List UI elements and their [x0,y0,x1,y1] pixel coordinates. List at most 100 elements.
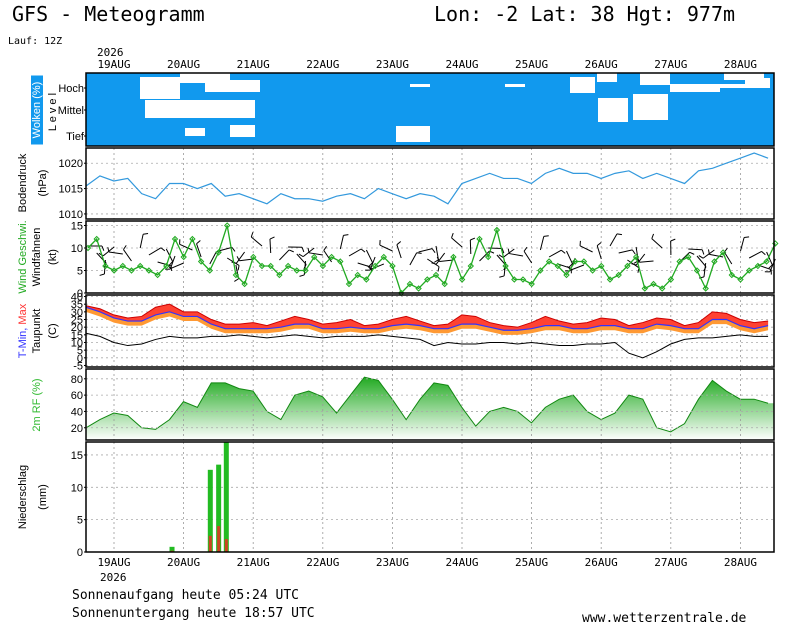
run-label: Lauf: 12Z [8,36,62,47]
wind-barb [357,262,372,268]
wind-barb-flag [299,274,305,277]
wind-barb-flag [543,235,549,237]
meteogram-title: GFS - Meteogramm [12,2,205,26]
top-date-label: 19AUG [97,58,130,71]
wind-ylabel-text: Wind Geschwi. [17,220,29,293]
precip-unit: (mm) [37,484,49,510]
y-tick-label: 20 [71,423,83,435]
top-date-label: 24AUG [445,58,478,71]
wind-barb-flag [250,232,254,238]
wind-barb-flag [616,233,623,236]
precip-unit-text: (mm) [37,484,49,510]
dewpoint-line [85,332,769,359]
sunset-info: Sonnenuntergang heute 18:57 UTC [72,606,315,621]
wind-barb-flag [499,275,505,278]
wind-barb-flag [561,249,566,254]
wind-barb-flag [761,251,766,256]
wind-barb-flag [670,238,676,242]
wind-barb-flag [431,248,436,253]
wind-barb-flag [707,249,710,255]
wind-barb-flag [237,265,240,271]
precip-conv-bar [208,535,212,552]
cloud-patch [230,125,255,137]
wind-barb [239,258,254,262]
wind-speed-line [87,225,776,295]
wind-barb-flag [698,255,704,259]
top-date-label: 25AUG [515,58,548,71]
wind-barb [651,238,663,249]
windfahnen-ylabel: Windfahnen [31,228,43,287]
pressure-unit-text: (hPa) [37,170,49,197]
top-date-label: 27AUG [654,58,687,71]
wind-barb-flag [99,273,105,276]
wind-barb-flag [288,249,294,253]
wind-barb [740,237,745,252]
cloud-patch [145,100,255,118]
wind-barb [688,248,703,251]
wind-barb-flag [196,240,201,245]
bottom-date-label: 20AUG [167,556,200,569]
wind-barb-flag [343,234,349,236]
precip-conv-bar [217,526,221,552]
wind-barb-flag [470,237,476,241]
cloud-patch [633,94,668,120]
dewpoint-ylabel: Taupunkt [31,309,43,354]
cloud-patch [140,77,180,99]
level-ylabel: L e v e l [47,93,59,131]
y-tick-label: 15 [71,450,83,462]
y-tick-label: 0 [77,547,83,559]
wind-barb-flag [234,278,239,282]
temperature-ylabel: T-Min, Max [17,303,29,358]
pressure-ylabel-text: Bodendruck [17,153,29,212]
wind-barb [748,250,762,259]
cloud-patch [505,84,525,87]
precip-ylabel-text: Niederschlag [17,465,29,529]
wind-barb [269,238,272,254]
wind-barb-flag [269,236,275,240]
wind-barb-flag [689,251,695,255]
bottom-date-label: 25AUG [515,556,548,569]
y-tick-label: 5 [77,515,83,527]
wind-barb [108,251,123,255]
temperature-ylabel-text: T-Min, Max [17,303,29,358]
precip-conv-bar [224,539,228,552]
bottom-date-label: 28AUG [724,556,757,569]
wind-unit-text: (kt) [47,249,59,265]
bottom-date-label: 21AUG [237,556,270,569]
top-date-label: 22AUG [306,58,339,71]
cloud-patch [410,84,430,87]
wind-barb [308,252,323,256]
wind-barb [396,244,402,259]
wind-barb [609,233,618,247]
wind-barb [579,245,593,253]
cloud-patch [745,78,770,84]
wind-unit: (kt) [47,249,59,265]
wind-barb-flag [143,233,149,235]
top-date-label: 20AUG [167,58,200,71]
wind-barb [339,235,344,250]
cloud-patch [570,77,595,93]
temperature-unit: (C) [47,323,59,338]
source-link[interactable]: www.wetterzentrale.de [582,611,747,625]
cloud-level-label: Tief [66,131,85,143]
pressure-ylabel: Bodendruck [17,153,29,212]
wind-barb [365,249,373,263]
wind-barb [639,260,654,263]
wind-barb [451,237,463,248]
top-date-label: 28AUG [724,58,757,71]
top-date-label: 23AUG [376,58,409,71]
wind-barb-flag [123,245,127,250]
wind-barb-flag [107,247,110,253]
y-tick-label: 40 [71,292,83,304]
wind-barb-flag [701,249,705,255]
bottom-date-label: 22AUG [306,556,339,569]
wind-barb-flag [396,241,402,246]
level-ylabel-text: L e v e l [47,93,59,131]
wind-barb-flag [437,266,440,272]
bottom-date-label: 27AUG [654,556,687,569]
wind-barb [618,249,633,254]
bottom-date-axis: 19AUG 20AUG 21AUG 22AUG 23AUG 24AUG 25AUG 26AUG… [97,556,757,569]
wind-barb [523,250,533,264]
cloud-level-label: Mittel [58,105,84,117]
cloud-patch [396,126,430,142]
